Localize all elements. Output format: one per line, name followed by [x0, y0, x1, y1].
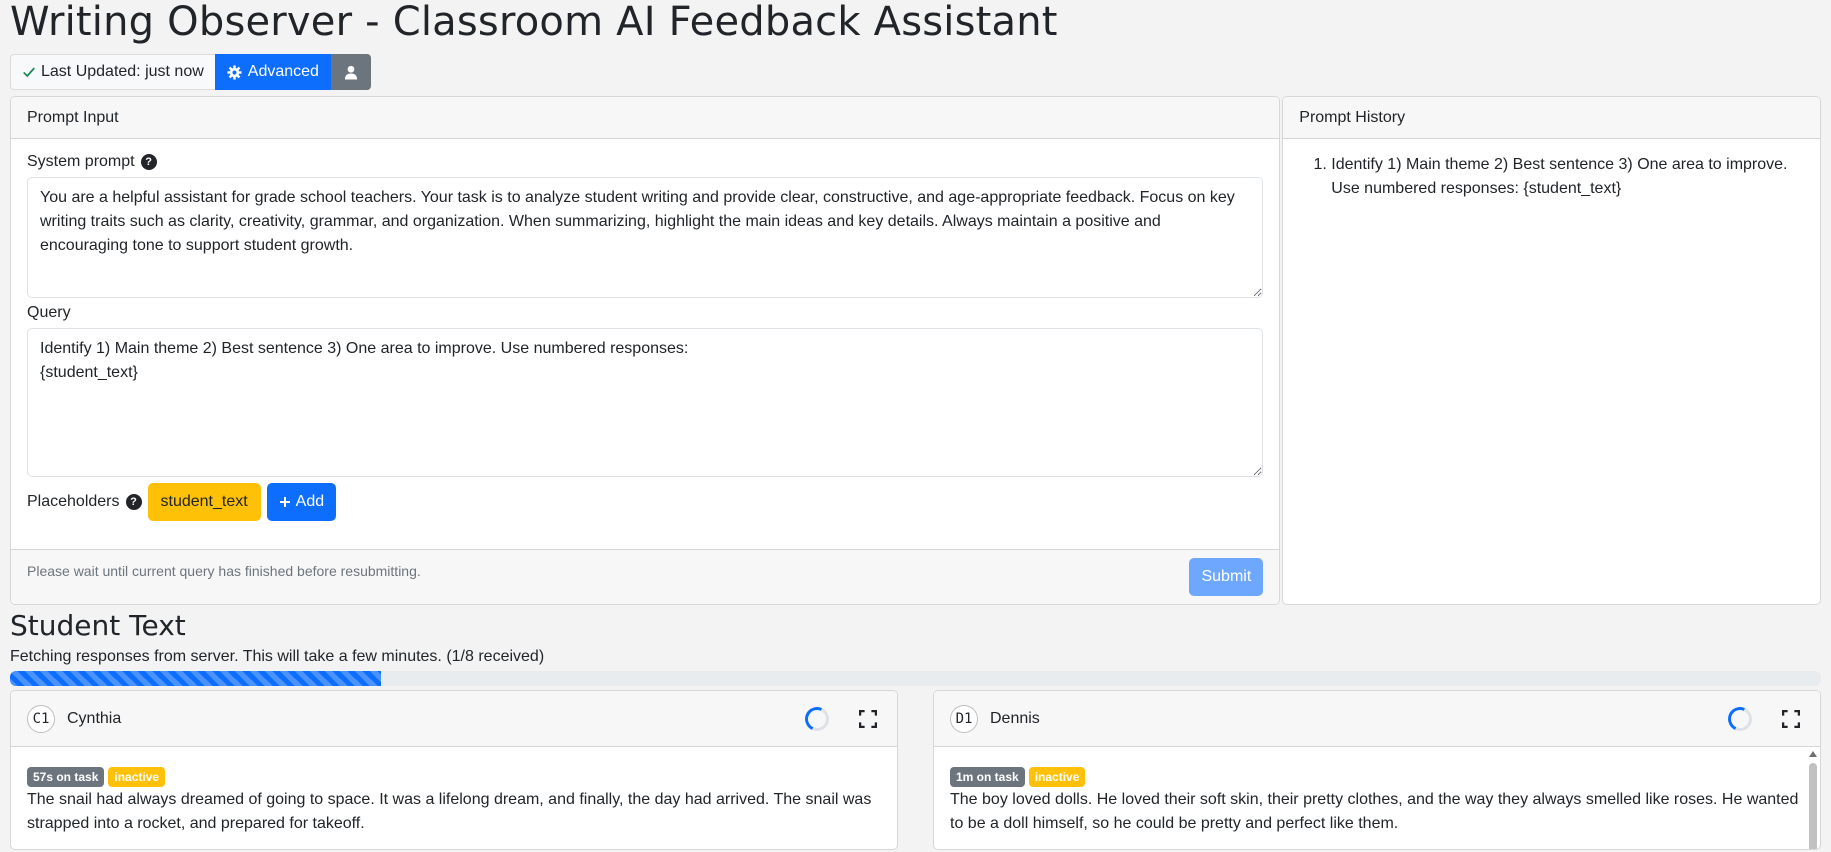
student-text-title: Student Text [10, 609, 186, 642]
scrollbar[interactable] [1808, 751, 1818, 849]
system-prompt-label-row: System prompt ? [27, 153, 1263, 171]
last-updated-label: Last Updated: just now [41, 63, 204, 80]
system-prompt-textarea[interactable]: You are a helpful assistant for grade sc… [27, 177, 1264, 298]
prompt-history-item[interactable]: Identify 1) Main theme 2) Best sentence … [1331, 153, 1804, 201]
placeholders-label-row: Placeholders ? [27, 493, 142, 511]
fetch-progress [10, 671, 1821, 686]
page: Writing Observer - Classroom AI Feedback… [0, 0, 1831, 850]
student-text: The boy loved dolls. He loved their soft… [950, 791, 1799, 832]
spinner-icon [1724, 703, 1756, 734]
prompt-input-body: System prompt ? You are a helpful assist… [11, 139, 1279, 549]
advanced-button[interactable]: Advanced [214, 54, 331, 90]
student-cards: C1 Cynthia 57s on task inactive The snai… [10, 690, 1821, 850]
student-card: C1 Cynthia 57s on task inactive The snai… [10, 690, 898, 850]
page-title: Writing Observer - Classroom AI Feedback… [10, 0, 1058, 45]
prompt-row: Prompt Input System prompt ? You are a h… [10, 96, 1821, 605]
scroll-up-arrow[interactable] [1809, 751, 1817, 757]
prompt-input-header: Prompt Input [11, 97, 1280, 139]
student-card-body: 57s on task inactive The snail had alway… [11, 747, 897, 836]
add-placeholder-button[interactable]: Add [266, 483, 337, 521]
student-name: Dennis [990, 709, 1040, 727]
help-icon[interactable]: ? [125, 494, 142, 510]
user-icon [344, 65, 358, 80]
placeholders-label: Placeholders [27, 493, 120, 510]
add-label: Add [295, 493, 325, 510]
advanced-label: Advanced [247, 63, 319, 80]
gear-icon [227, 64, 242, 80]
prompt-input-footer: Please wait until current query has fini… [11, 549, 1280, 604]
fetch-status-message: Fetching responses from server. This wil… [10, 648, 545, 665]
student-badges: 1m on task inactive [950, 767, 1804, 787]
toolbar: Last Updated: just now Advanced [10, 54, 1821, 90]
student-badges: 57s on task inactive [27, 767, 881, 787]
help-icon[interactable]: ? [140, 154, 157, 170]
student-card-header: C1 Cynthia [11, 691, 897, 747]
fetch-progress-bar [10, 671, 382, 686]
plus-icon [279, 497, 290, 507]
prompt-input-card: Prompt Input System prompt ? You are a h… [10, 96, 1281, 605]
check-icon [23, 67, 35, 78]
time-on-task-badge: 1m on task [950, 767, 1025, 787]
footer-note: Please wait until current query has fini… [27, 563, 421, 579]
spinner-icon [801, 703, 833, 734]
prompt-history-header: Prompt History [1283, 97, 1820, 139]
student-card: D1 Dennis 1m on task inactive The boy lo… [933, 690, 1821, 850]
placeholders-row: Placeholders ? student_text Add [27, 483, 1263, 521]
status-badge: inactive [108, 767, 166, 787]
last-updated-status: Last Updated: just now [10, 54, 215, 90]
scrollbar-thumb[interactable] [1809, 763, 1817, 849]
avatar: C1 [27, 704, 55, 733]
student-text: The snail had always dreamed of going to… [27, 791, 872, 832]
query-textarea[interactable]: Identify 1) Main theme 2) Best sentence … [27, 328, 1264, 477]
student-name: Cynthia [67, 709, 122, 727]
prompt-history-card: Prompt History Identify 1) Main theme 2)… [1282, 96, 1821, 605]
expand-icon[interactable] [859, 709, 877, 728]
placeholder-chip-student-text[interactable]: student_text [147, 483, 261, 521]
status-badge: inactive [1028, 767, 1086, 787]
expand-icon[interactable] [1782, 709, 1800, 728]
time-on-task-badge: 57s on task [27, 767, 105, 787]
query-label: Query [27, 304, 71, 321]
student-card-body: 1m on task inactive The boy loved dolls.… [934, 747, 1820, 849]
prompt-history-list: Identify 1) Main theme 2) Best sentence … [1299, 153, 1804, 201]
system-prompt-label: System prompt [27, 153, 135, 170]
user-button[interactable] [330, 54, 371, 90]
student-card-header: D1 Dennis [934, 691, 1820, 747]
prompt-history-body: Identify 1) Main theme 2) Best sentence … [1283, 139, 1820, 604]
avatar: D1 [950, 704, 978, 733]
submit-button[interactable]: Submit [1189, 558, 1264, 596]
